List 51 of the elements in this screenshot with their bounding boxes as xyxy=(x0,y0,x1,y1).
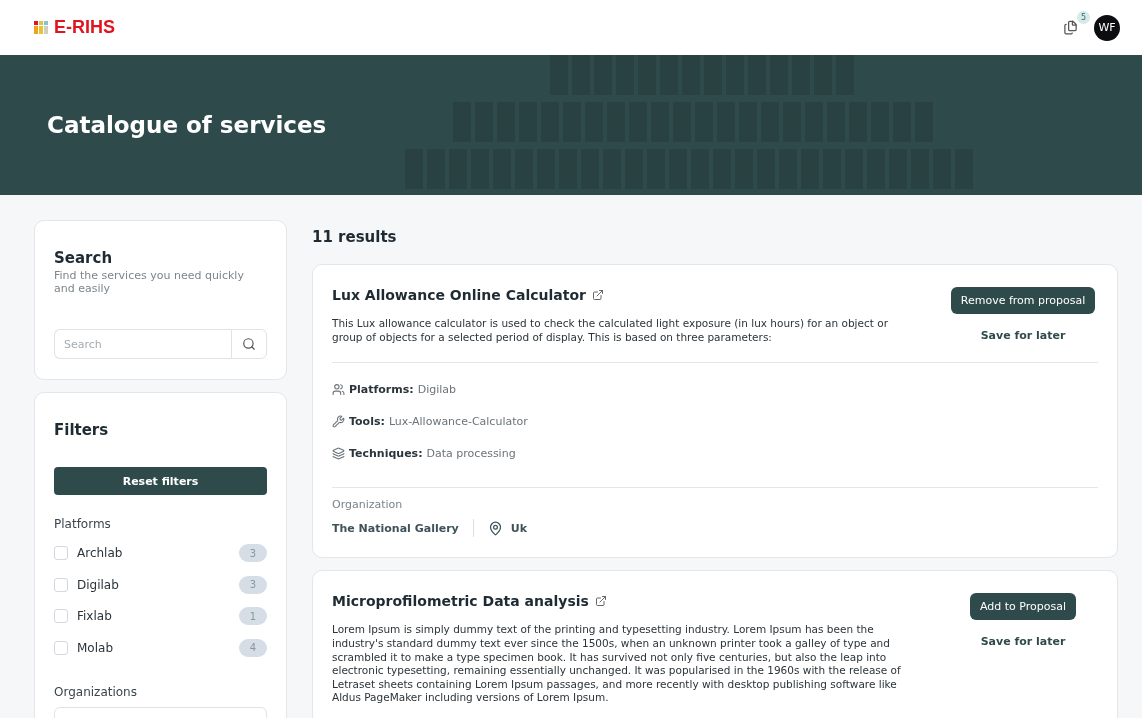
reset-filters-button[interactable]: Reset filters xyxy=(54,467,267,496)
external-link-icon[interactable] xyxy=(594,595,607,608)
detail-label: Platforms: xyxy=(349,382,414,396)
service-description: Lorem Ipsum is simply dummy text of the printing and typesetting industry. Lorem Ipsum has been the industry's standard dummy text ever since the 1500s, when an unknown printer took a galley of type and scrambled it to make a type specimen book. It has survived not only five centuries, but also the leap into electronic typesetting, remaining essentially unchanged. It was popularised in the 1960s with the release of Letraset sheets containing Lorem Ipsum passages, and more recently with desktop publishing software like Aldus PageMaker including versions of Lorem Ipsum. xyxy=(332,623,902,706)
proposal-button[interactable]: Add to Proposal xyxy=(970,593,1076,621)
user-avatar[interactable]: WF xyxy=(1094,14,1120,41)
count-badge: 4 xyxy=(239,638,267,657)
platforms-label: Platforms xyxy=(54,517,112,532)
search-button[interactable] xyxy=(231,329,267,360)
search-icon xyxy=(242,337,256,352)
search-heading: Search xyxy=(54,249,114,267)
count-badge: 3 xyxy=(239,575,267,594)
organization-name: The National Gallery xyxy=(332,521,459,535)
service-description: This Lux allowance calculator is used to check the calculated light exposure (in lux hours) for an object or group of objects for a selected period of display. This is based on three parameters: xyxy=(332,317,889,345)
search-field[interactable]: Search xyxy=(54,329,231,360)
detail-value: Data processing xyxy=(426,446,516,460)
platform-label: Digilab xyxy=(77,577,120,592)
proposal-button[interactable]: Remove from proposal xyxy=(950,287,1096,314)
checkbox[interactable] xyxy=(54,609,68,624)
page-title: Catalogue of services xyxy=(47,112,327,138)
platform-label: Fixlab xyxy=(77,609,113,624)
tools-icon xyxy=(332,414,345,428)
logo-text[interactable]: E-RIHS xyxy=(54,17,115,38)
detail-value: Digilab xyxy=(417,382,457,396)
platform-label: Archlab xyxy=(77,546,124,561)
service-title[interactable]: Microprofilometric Data analysis xyxy=(332,593,589,610)
documents-icon[interactable] xyxy=(1063,20,1078,35)
detail-label: Tools: xyxy=(349,414,385,428)
organization-label: Organization xyxy=(332,498,404,512)
filters-heading: Filters xyxy=(54,421,110,440)
search-subtitle: Find the services you need quickly and easily xyxy=(54,269,245,296)
detail-value: Lux-Allowance-Calculator xyxy=(388,414,528,428)
platform-label: Molab xyxy=(77,640,114,655)
count-badge: 3 xyxy=(239,544,267,563)
checkbox[interactable] xyxy=(54,640,68,655)
organizations-label: Organizations xyxy=(54,685,138,700)
count-badge: 5 xyxy=(1077,11,1090,24)
checkbox[interactable] xyxy=(54,577,68,592)
checkbox[interactable] xyxy=(54,546,68,561)
location-pin-icon xyxy=(487,520,503,536)
service-title[interactable]: Lux Allowance Online Calculator xyxy=(332,287,586,303)
people-icon xyxy=(332,382,345,396)
layers-icon xyxy=(332,446,345,460)
detail-label: Techniques: xyxy=(349,446,423,460)
logo-icon xyxy=(34,21,48,34)
save-for-later-button[interactable]: Save for later xyxy=(974,634,1072,650)
count-badge: 1 xyxy=(239,607,267,626)
save-for-later-button[interactable]: Save for later xyxy=(974,328,1072,343)
country-name: Uk xyxy=(510,521,527,535)
external-link-icon[interactable] xyxy=(591,289,604,301)
results-count: 11 results xyxy=(312,228,398,246)
